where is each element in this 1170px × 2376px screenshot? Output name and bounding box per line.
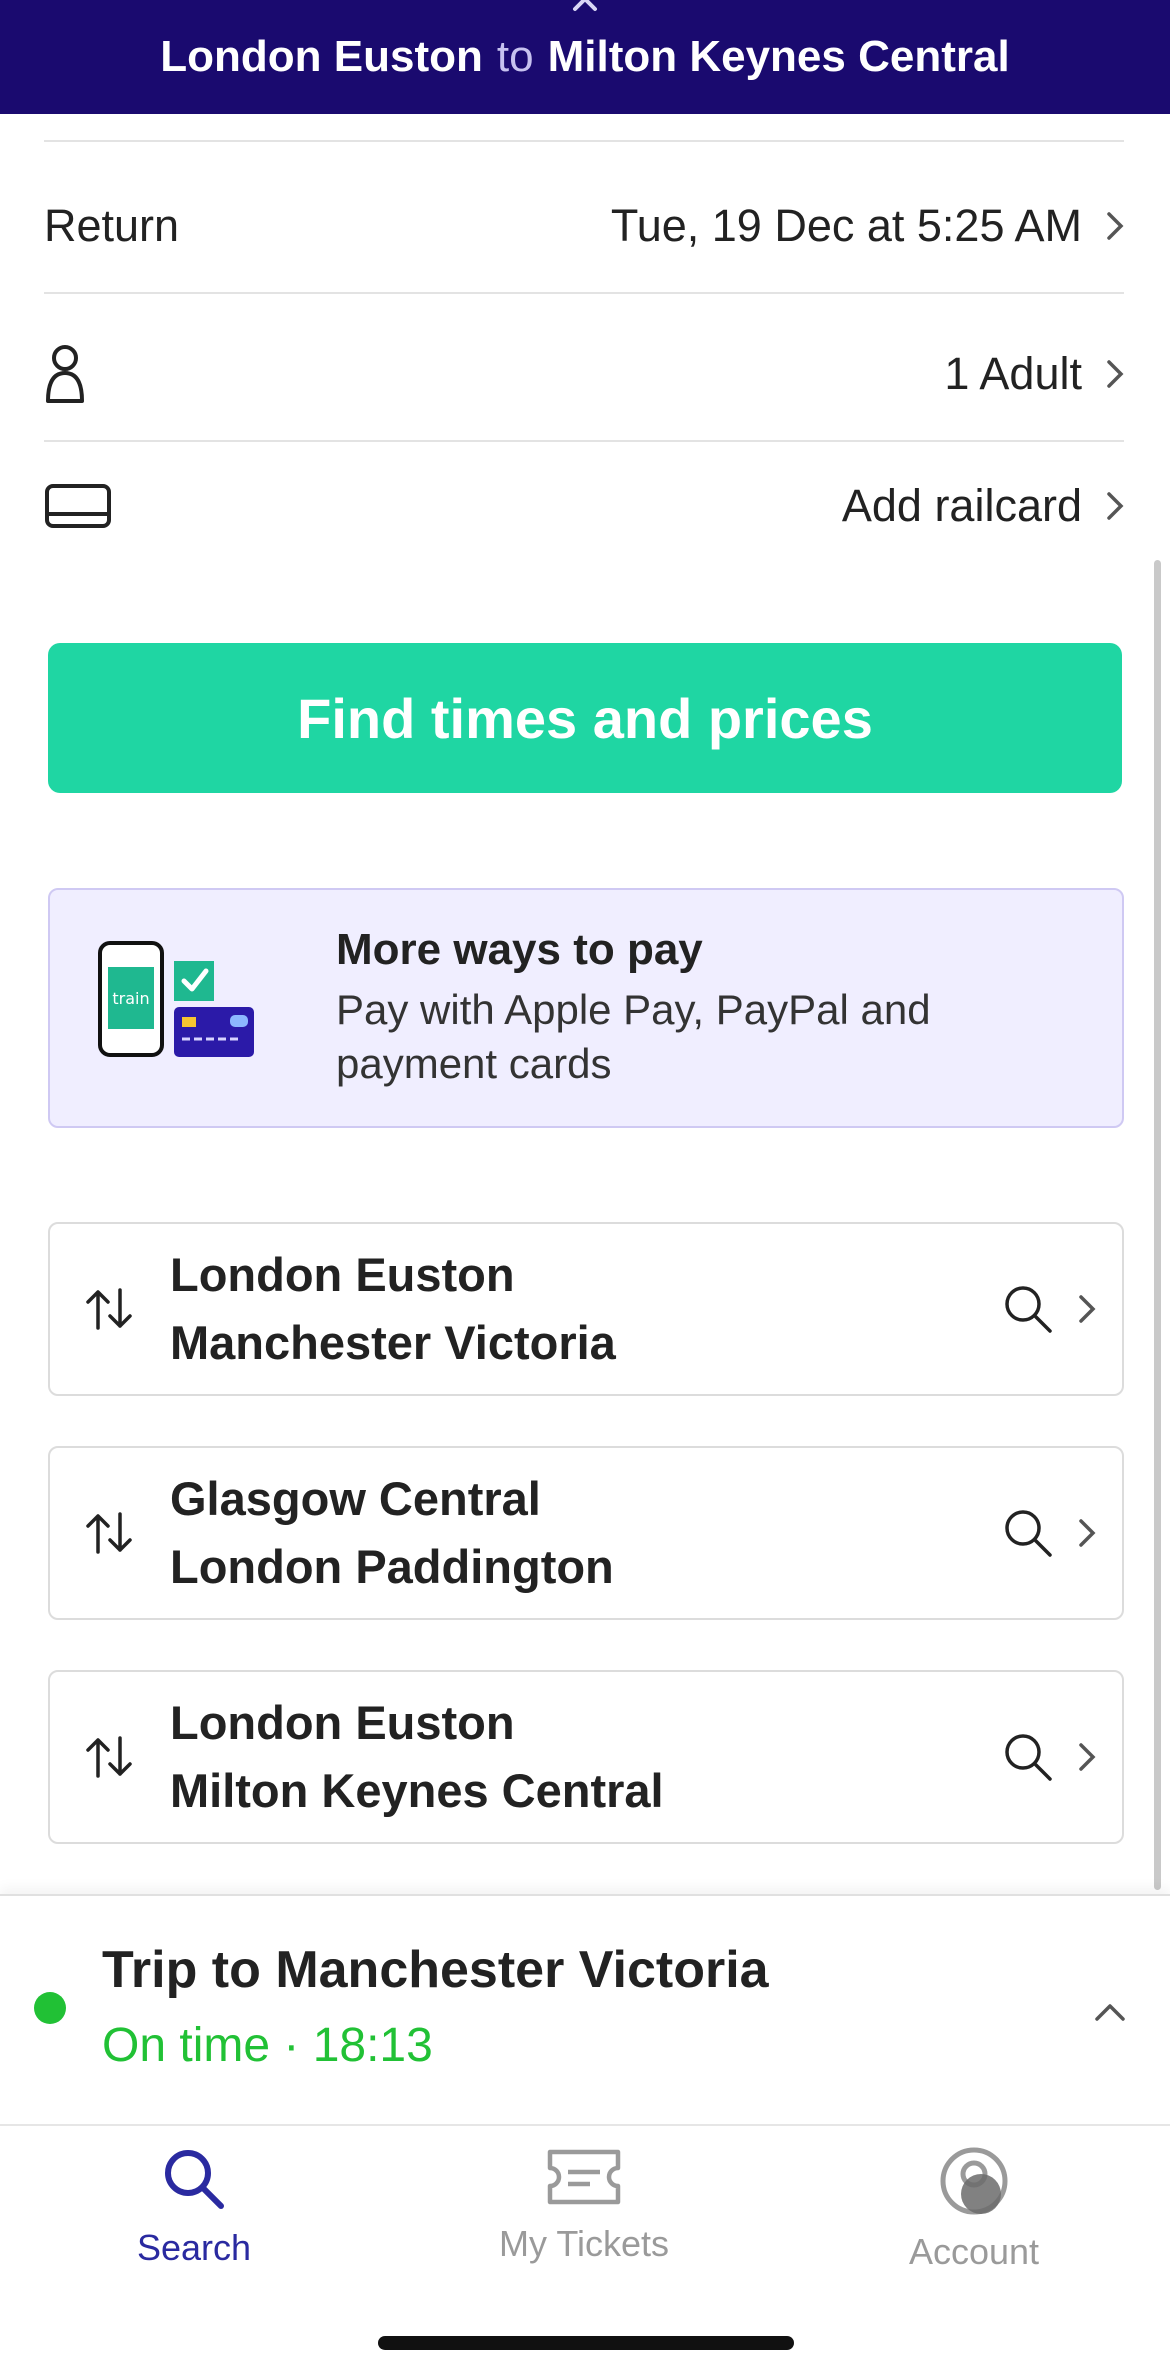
search-icon [1005, 1286, 1052, 1333]
recent-origin: London Euston [170, 1696, 515, 1749]
search-icon [165, 2150, 224, 2209]
header-origin: London Euston [160, 32, 483, 81]
recent-search-item[interactable]: Glasgow Central London Paddington [48, 1446, 1124, 1620]
recent-destination: Milton Keynes Central [170, 1764, 664, 1817]
tab-label: Account [908, 2231, 1040, 2272]
live-trip-banner[interactable]: Trip to Manchester Victoria On time · 18… [0, 1894, 1170, 2126]
tab-account[interactable]: Account [824, 2146, 1124, 2273]
search-icon [1005, 1734, 1052, 1781]
chevron-right-icon [1107, 492, 1124, 520]
tab-search[interactable]: Search [44, 2146, 344, 2269]
swap-arrows-icon [86, 1736, 132, 1778]
railcard-value: Add railcard [841, 480, 1082, 531]
railcard-icon [45, 484, 111, 528]
payment-promo-card[interactable]: train More ways to pay Pay with Apple Pa… [48, 888, 1124, 1128]
promo-title: More ways to pay [336, 925, 703, 974]
trip-title: Trip to Manchester Victoria [102, 1941, 769, 1999]
swap-arrows-icon [86, 1512, 132, 1554]
search-icon [1005, 1510, 1052, 1557]
scrollbar[interactable] [1154, 560, 1161, 1890]
chevron-right-icon [1079, 1519, 1096, 1547]
recent-destination: Manchester Victoria [170, 1316, 616, 1369]
divider [44, 140, 1124, 142]
recent-search-item[interactable]: London Euston Manchester Victoria [48, 1222, 1124, 1396]
passengers-row[interactable]: 1 Adult [44, 308, 1124, 442]
recent-search-item[interactable]: London Euston Milton Keynes Central [48, 1670, 1124, 1844]
journey-header: London Euston to Milton Keynes Central [0, 0, 1170, 114]
promo-subtitle: Pay with Apple Pay, PayPal and payment c… [336, 986, 931, 1087]
ticket-icon [547, 2149, 621, 2205]
status-dot [34, 1992, 66, 2024]
close-icon[interactable] [570, 0, 600, 14]
tab-my-tickets[interactable]: My Tickets [434, 2146, 734, 2265]
chevron-right-icon [1079, 1295, 1096, 1323]
trip-status: On time · 18:13 [102, 2019, 433, 2072]
chevron-up-icon[interactable] [1094, 2002, 1126, 2022]
payment-illustration-icon: train [98, 941, 254, 1057]
account-icon [940, 2147, 1008, 2215]
railcard-row[interactable]: Add railcard [44, 440, 1124, 572]
home-indicator [378, 2336, 794, 2350]
return-label: Return [44, 200, 180, 251]
passengers-value: 1 Adult [944, 348, 1082, 399]
chevron-right-icon [1107, 360, 1124, 388]
header-connector: to [496, 32, 534, 81]
illustration-text: train [112, 989, 149, 1008]
recent-origin: Glasgow Central [170, 1472, 541, 1525]
return-value: Tue, 19 Dec at 5:25 AM [610, 200, 1082, 251]
person-icon [46, 345, 84, 403]
recent-destination: London Paddington [170, 1540, 614, 1593]
return-row[interactable]: Return Tue, 19 Dec at 5:25 AM [44, 160, 1124, 294]
find-times-button[interactable]: Find times and prices [48, 643, 1122, 793]
swap-arrows-icon [86, 1288, 132, 1330]
header-destination: Milton Keynes Central [547, 32, 1010, 81]
tab-label: My Tickets [498, 2223, 669, 2264]
recent-origin: London Euston [170, 1248, 515, 1301]
chevron-right-icon [1107, 212, 1124, 240]
tab-label: Search [136, 2227, 252, 2268]
chevron-right-icon [1079, 1743, 1096, 1771]
